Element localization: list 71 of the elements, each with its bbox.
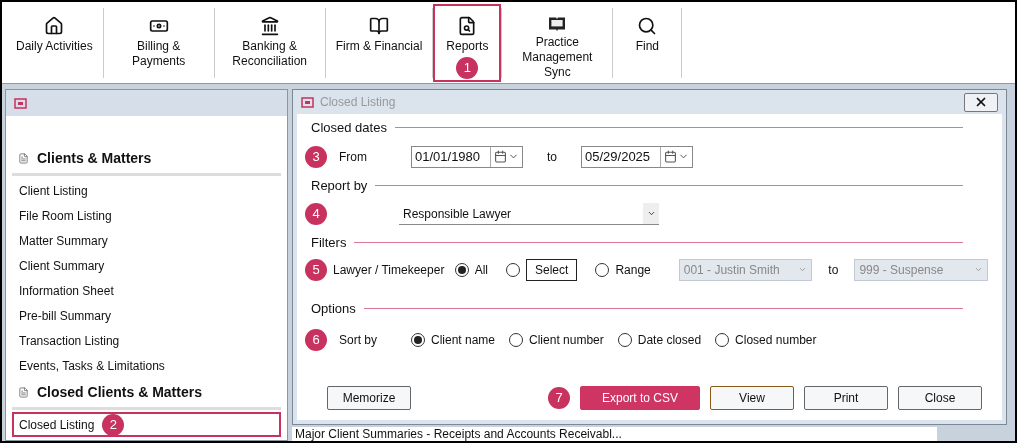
calendar-icon [664,150,677,163]
report-list-item[interactable]: Information Sheet [12,278,281,303]
radio-label: Client name [431,332,496,349]
house-icon [44,16,65,36]
toolbar-button[interactable]: Banking & Reconciliation [214,4,325,82]
section-heading: Options [311,299,356,318]
report-list-item[interactable]: Events, Tasks & Limitations [12,353,281,378]
close-button[interactable] [964,92,998,112]
radio-button[interactable] [617,333,632,347]
report-list-item[interactable]: Closed Listing 2 [12,412,281,437]
section-heading: Filters [311,234,347,252]
select-button[interactable]: Select [526,258,578,281]
calendar-icon [494,150,507,163]
field-label: to [546,148,558,166]
radio-button[interactable] [509,333,524,347]
radio-button[interactable] [715,333,730,347]
radio-button[interactable] [595,262,610,277]
step-badge: 2 [102,413,125,436]
close-icon [974,95,988,109]
toolbar-button[interactable]: Billing & Payments [103,4,214,82]
radio-label: Date closed [637,332,702,349]
report-by-dropdown[interactable]: Responsible Lawyer [399,203,659,225]
dialog-button[interactable]: Export to CSV [580,386,700,410]
field-label: Sort by [339,332,378,349]
window-icon [301,96,314,108]
field-label: From [339,148,368,166]
toolbar-button[interactable]: Daily Activities [6,4,103,82]
document-icon [18,153,29,164]
field-label: Lawyer / Timekeeper [333,261,446,279]
section-heading: Closed dates [311,119,387,137]
date-field[interactable]: 01/01/1980 [411,145,523,168]
open-book-icon [369,16,390,36]
dialog-button[interactable]: Memorize [327,386,411,410]
toolbar-button[interactable]: Reports 1 [433,4,502,82]
radio-label: Client number [529,332,604,349]
radio-label: Closed number [735,332,817,349]
document-search-icon [457,16,478,36]
toolbar-button[interactable]: Practice Management Sync [502,4,613,82]
report-list-item[interactable]: Matter Summary [12,228,281,253]
step-badge: 7 [548,387,570,409]
document-icon [18,387,29,398]
section-heading: Clients & Matters [37,149,152,168]
radio-label: Range [615,261,651,279]
step-badge: 4 [305,203,327,225]
report-list-item[interactable]: Client Listing [12,178,281,203]
date-field[interactable]: 05/29/2025 [581,145,693,168]
radio-label: All [474,261,488,279]
report-list-item[interactable]: Client Summary [12,253,281,278]
step-badge: 3 [305,145,327,168]
section-heading: Report by [311,176,368,195]
bank-icon [259,16,280,36]
status-text: Major Client Summaries - Receipts and Accounts Receivabl... [292,427,937,441]
step-badge: 5 [305,258,327,281]
radio-button[interactable] [454,262,469,277]
toolbar-button[interactable]: Firm & Financial [325,4,433,82]
toolbar-button[interactable]: Find [613,4,682,82]
dialog-button[interactable]: Print [804,386,888,410]
search-icon [637,16,658,36]
report-list-item[interactable]: Pre-bill Summary [12,303,281,328]
section-heading: Closed Clients & Matters [37,383,202,402]
dialog-button[interactable]: Close [898,386,982,410]
window-icon [14,97,27,109]
report-list-item[interactable]: File Room Listing [12,203,281,228]
radio-button[interactable] [411,333,425,347]
field-label: to [827,261,840,279]
step-badge: 1 [456,57,479,79]
dialog-title: Closed Listing [320,94,396,111]
radio-button[interactable] [506,262,520,277]
dialog-button[interactable]: View [710,386,794,410]
step-badge: 6 [305,329,327,351]
report-list-item[interactable]: Transaction Listing [12,328,281,353]
